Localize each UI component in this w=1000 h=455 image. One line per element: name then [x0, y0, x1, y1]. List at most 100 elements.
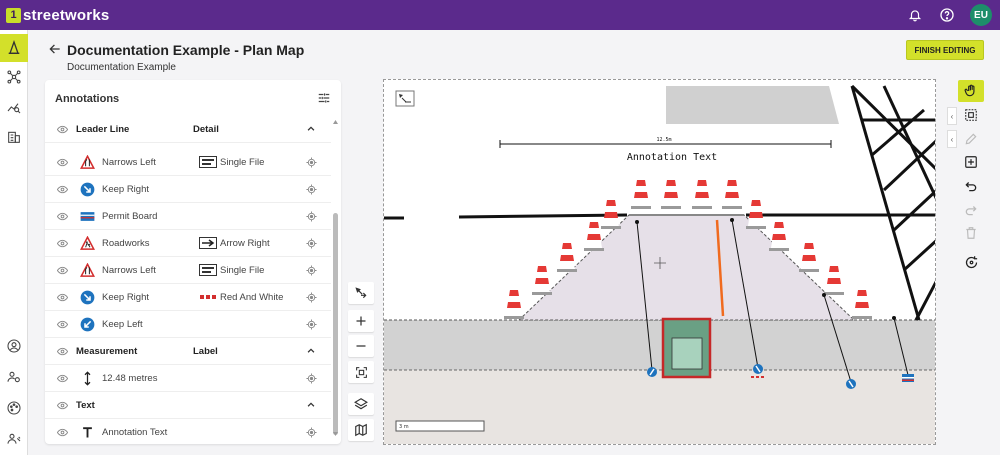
group-header-leader-line[interactable]: Leader Line Detail: [45, 116, 331, 143]
locate-icon[interactable]: [306, 292, 317, 303]
app-logo[interactable]: 1 streetworks: [6, 7, 109, 24]
keep-right-sign-icon: [80, 290, 95, 305]
rail-palette-icon[interactable]: [0, 394, 28, 422]
select-pointer-icon[interactable]: [348, 282, 374, 304]
annotation-text-label: Annotation Text: [627, 152, 717, 163]
chevron-up-icon[interactable]: [306, 124, 316, 134]
group-header-measurement[interactable]: Measurement Label: [45, 338, 331, 365]
list-item[interactable]: Permit Board: [45, 203, 331, 230]
row-label: 12.48 metres: [102, 373, 158, 384]
group-label: Leader Line: [76, 124, 130, 135]
eye-icon[interactable]: [56, 319, 69, 330]
chevron-up-icon[interactable]: [306, 346, 316, 356]
eye-icon[interactable]: [56, 427, 69, 438]
plan-map-canvas[interactable]: 12.5m Annotation Text 3 m: [383, 79, 936, 445]
collapse-left-chevron-icon-2[interactable]: ‹: [947, 130, 957, 148]
locate-icon[interactable]: [306, 427, 317, 438]
map-sign-keep-left: [647, 367, 657, 377]
list-item[interactable]: Annotation Text: [45, 419, 331, 444]
eye-icon[interactable]: [56, 265, 69, 276]
locate-icon[interactable]: [306, 211, 317, 222]
row-label: Narrows Left: [102, 265, 156, 276]
locate-icon[interactable]: [306, 265, 317, 276]
row-detail: Single File: [220, 265, 265, 276]
plan-drawing[interactable]: 12.5m Annotation Text 3 m: [384, 80, 936, 445]
group-header-text[interactable]: Text: [45, 392, 331, 419]
layers-icon[interactable]: [348, 393, 374, 415]
avatar[interactable]: EU: [970, 4, 992, 26]
filter-sliders-icon[interactable]: [317, 91, 331, 105]
text-icon: [80, 425, 95, 440]
eye-icon[interactable]: [56, 157, 69, 168]
logo-mark: 1: [6, 7, 21, 23]
pan-hand-icon[interactable]: [958, 80, 984, 102]
collapse-left-chevron-icon[interactable]: ‹: [947, 107, 957, 125]
back-arrow-icon[interactable]: [48, 42, 62, 56]
row-label: Keep Left: [102, 319, 143, 330]
map-permit-board: [902, 374, 914, 382]
eye-icon[interactable]: [56, 211, 69, 222]
list-item[interactable]: Narrows Left Single File: [45, 257, 331, 284]
eye-icon[interactable]: [56, 184, 69, 195]
rail-building-icon[interactable]: [0, 123, 28, 151]
scroll-thumb[interactable]: [333, 213, 338, 435]
eye-icon[interactable]: [56, 373, 69, 384]
keep-right-sign-icon: [80, 182, 95, 197]
group-label: Text: [76, 400, 95, 411]
row-detail: Arrow Right: [220, 238, 270, 249]
panel-title: Annotations: [55, 93, 120, 105]
permit-board-icon: [80, 209, 95, 224]
edit-pencil-icon[interactable]: [958, 128, 984, 150]
red-white-icon: [199, 291, 217, 303]
list-item[interactable]: Narrows Left Single File: [45, 149, 331, 176]
list-item[interactable]: Keep Right Red And White: [45, 284, 331, 311]
list-item[interactable]: Roadworks Arrow Right: [45, 230, 331, 257]
chevron-up-icon[interactable]: [306, 400, 316, 410]
undo-icon[interactable]: [958, 175, 984, 197]
group-detail-header: Detail: [193, 124, 219, 135]
rail-user-settings-icon[interactable]: [0, 363, 28, 391]
group-detail-header: Label: [193, 346, 218, 357]
locate-icon[interactable]: [306, 238, 317, 249]
row-detail: Red And White: [220, 292, 284, 303]
eye-icon[interactable]: [56, 346, 69, 357]
map-sign-keep-right-2: [846, 379, 856, 389]
rotate-icon[interactable]: [958, 251, 984, 273]
delete-trash-icon[interactable]: [958, 222, 984, 244]
locate-icon[interactable]: [306, 373, 317, 384]
row-label: Narrows Left: [102, 157, 156, 168]
eye-icon[interactable]: [56, 292, 69, 303]
redo-icon[interactable]: [958, 199, 984, 221]
single-file-icon: [199, 156, 217, 168]
eye-icon[interactable]: [56, 238, 69, 249]
left-nav-rail: [0, 30, 28, 455]
rail-admin-icon[interactable]: [0, 425, 28, 453]
rail-analytics-icon[interactable]: [0, 93, 28, 121]
notification-bell-icon[interactable]: [906, 6, 924, 24]
eye-icon[interactable]: [56, 400, 69, 411]
box-select-icon[interactable]: [958, 104, 984, 126]
list-item[interactable]: Keep Right: [45, 176, 331, 203]
zoom-out-button[interactable]: [348, 335, 374, 357]
list-item[interactable]: Keep Left: [45, 311, 331, 338]
road-grey: [384, 320, 935, 370]
list-item[interactable]: 12.48 metres: [45, 365, 331, 392]
fit-bounds-icon[interactable]: [348, 361, 374, 383]
panel-scrollbar[interactable]: [332, 118, 339, 438]
rail-network-icon[interactable]: [0, 63, 28, 91]
locate-icon[interactable]: [306, 157, 317, 168]
add-box-icon[interactable]: [958, 151, 984, 173]
locate-icon[interactable]: [306, 184, 317, 195]
rail-account-icon[interactable]: [0, 332, 28, 360]
eye-icon[interactable]: [56, 124, 69, 135]
help-icon[interactable]: [938, 6, 956, 24]
logo-text: streetworks: [23, 6, 110, 24]
zoom-in-button[interactable]: [348, 310, 374, 332]
finish-editing-button[interactable]: FINISH EDITING: [906, 40, 984, 60]
locate-icon[interactable]: [306, 319, 317, 330]
map-view-icon[interactable]: [348, 419, 374, 441]
arrow-right-icon: [199, 237, 217, 249]
scale-label: 3 m: [399, 424, 409, 430]
rail-cone-icon[interactable]: [0, 34, 28, 62]
scale-bar: 3 m: [395, 420, 485, 432]
